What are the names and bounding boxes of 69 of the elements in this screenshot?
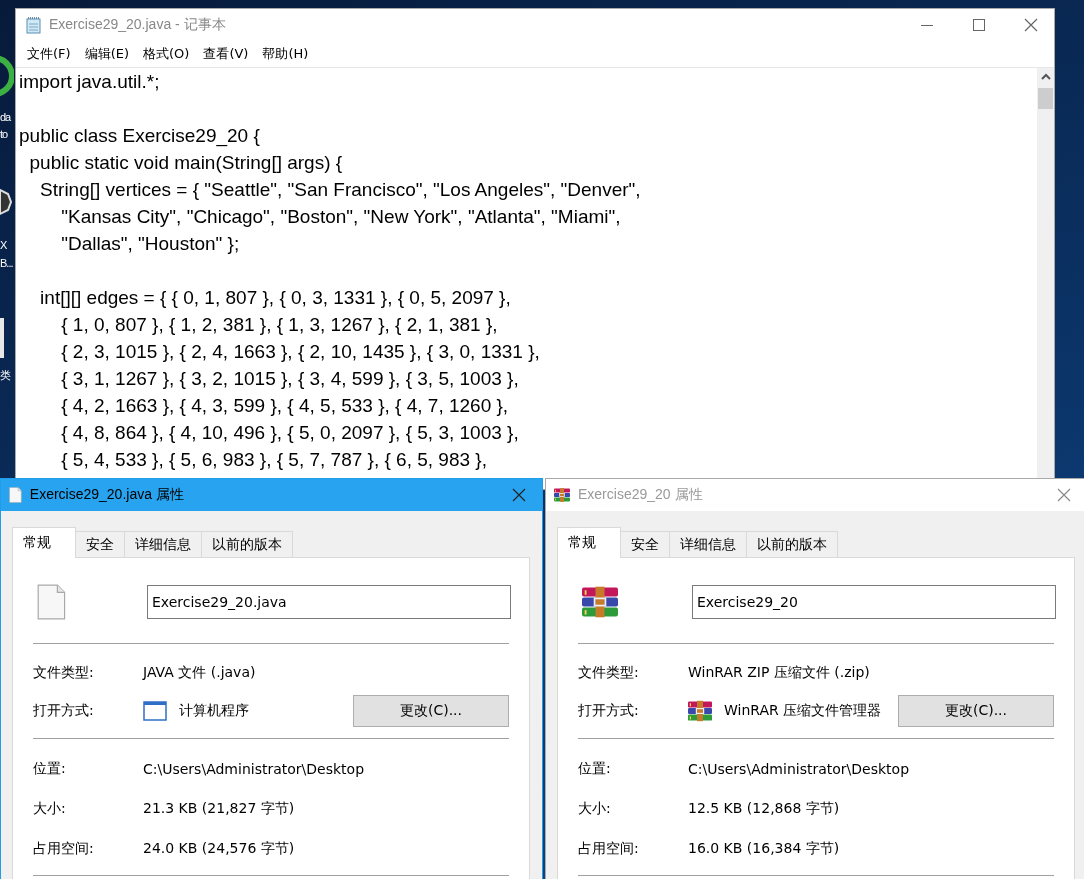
change-button[interactable]: 更改(C)...	[898, 695, 1054, 727]
close-icon	[512, 488, 526, 502]
notepad-icon	[25, 16, 43, 34]
menu-item[interactable]: 查看(V)	[196, 43, 256, 65]
field-label: 文件类型:	[578, 664, 640, 682]
code-line: import java.util.*;	[19, 70, 161, 94]
close-icon	[1057, 488, 1071, 502]
archive-icon	[688, 699, 712, 723]
desktop-icon-label: to	[0, 127, 8, 141]
maximize-icon	[973, 19, 985, 31]
field-label: 位置:	[578, 760, 612, 778]
field-value: JAVA 文件 (.java)	[143, 664, 256, 682]
app-icon[interactable]	[0, 188, 12, 216]
archive-icon	[582, 584, 618, 620]
scrollbar-thumb[interactable]	[1038, 88, 1053, 109]
field-label: 大小:	[33, 800, 67, 818]
menu-item[interactable]: 帮助(H)	[255, 43, 316, 65]
code-line: public class Exercise29_20 {	[19, 124, 261, 149]
code-line: { 3, 1, 1267 }, { 3, 2, 1015 }, { 3, 4, 599 }, { 3, 5, 1003 },	[60, 367, 520, 391]
code-line: public static void main(String[] args) {	[28, 151, 344, 175]
desktop-icon-label: X	[0, 238, 7, 252]
tab[interactable]: 以前的版本	[746, 531, 838, 558]
code-line: { 2, 3, 1015 }, { 2, 4, 1663 }, { 2, 10, 1435 }, { 3, 0, 1331 },	[60, 340, 541, 364]
field-value: WinRAR ZIP 压缩文件 (.zip)	[688, 664, 870, 682]
app-icon[interactable]	[0, 318, 6, 358]
window-title: Exercise29_20.java - 记事本	[49, 16, 226, 34]
code-line: String[] vertices = { "Seattle", "San Francisco", "Los Angeles", "Denver",	[39, 178, 642, 202]
name-field[interactable]: Exercise29_20.java	[147, 585, 511, 619]
code-line: { 1, 0, 807 }, { 1, 2, 381 }, { 1, 3, 1267 }, { 2, 1, 381 },	[60, 313, 499, 337]
field-label: 打开方式:	[578, 702, 640, 720]
code-line: "Kansas City", "Chicago", "Boston", "New York", "Atlanta", "Miami",	[60, 205, 622, 229]
field-value: C:\Users\Administrator\Desktop	[143, 761, 365, 777]
field-value: 12.5 KB (12,868 字节)	[688, 800, 840, 818]
code-line: { 5, 4, 533 }, { 5, 6, 983 }, { 5, 7, 787 }, { 6, 5, 983 },	[60, 448, 488, 472]
program-window-icon	[143, 701, 167, 721]
close-icon	[1024, 18, 1038, 32]
name-field[interactable]: Exercise29_20	[692, 585, 1056, 619]
chevron-up-icon	[1040, 73, 1051, 81]
desktop-icon-label: da	[0, 110, 11, 124]
field-value: 24.0 KB (24,576 字节)	[143, 840, 295, 858]
field-value: 计算机程序	[179, 702, 249, 720]
menu-item[interactable]: 格式(O)	[136, 43, 197, 65]
desktop-icon-label: 类	[0, 368, 10, 382]
file-icon	[37, 584, 66, 620]
dialog-title: Exercise29_20 属性	[578, 486, 703, 504]
field-label: 占用空间:	[33, 840, 95, 858]
menu-item[interactable]: 文件(F)	[20, 43, 78, 65]
field-label: 大小:	[578, 800, 612, 818]
code-line: { 4, 2, 1663 }, { 4, 3, 599 }, { 4, 5, 533 }, { 4, 7, 1260 },	[60, 394, 510, 418]
code-line: int[][] edges = { { 0, 1, 807 }, { 0, 3, 1331 }, { 0, 5, 2097 },	[39, 286, 512, 310]
change-button[interactable]: 更改(C)...	[353, 695, 509, 727]
tab[interactable]: 以前的版本	[201, 531, 293, 558]
field-label: 文件类型:	[33, 664, 95, 682]
field-value: 16.0 KB (16,384 字节)	[688, 840, 840, 858]
field-value: WinRAR 压缩文件管理器	[724, 702, 882, 720]
file-icon	[9, 487, 22, 503]
tab[interactable]: 常规	[12, 527, 76, 558]
dialog-title: Exercise29_20.java 属性	[29, 486, 184, 504]
code-line: { 4, 8, 864 }, { 4, 10, 496 }, { 5, 0, 2097 }, { 5, 3, 1003 },	[60, 421, 520, 445]
field-value: 21.3 KB (21,827 字节)	[143, 800, 295, 818]
field-label: 占用空间:	[578, 840, 640, 858]
field-label: 打开方式:	[33, 702, 95, 720]
field-label: 位置:	[33, 760, 67, 778]
desktop-icon-label: B...	[0, 256, 13, 270]
archive-icon	[554, 487, 570, 503]
code-line: "Dallas", "Houston" };	[60, 232, 241, 256]
tab[interactable]: 常规	[557, 527, 621, 558]
menu-item[interactable]: 编辑(E)	[77, 43, 136, 65]
field-value: C:\Users\Administrator\Desktop	[688, 761, 910, 777]
